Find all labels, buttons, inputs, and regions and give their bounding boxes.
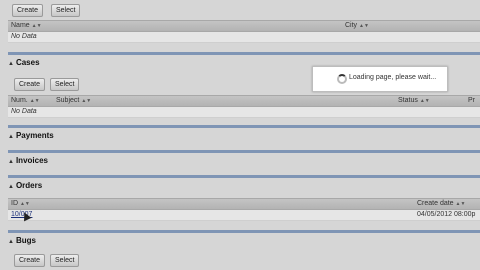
table-row: No Data	[8, 107, 480, 118]
collapse-triangle-icon: ▲	[8, 159, 14, 165]
section-title: Payments	[15, 131, 54, 140]
table-row: No Data	[8, 32, 480, 43]
collapse-triangle-icon: ▲	[8, 61, 14, 67]
column-label: Pr	[468, 97, 475, 104]
section-title: Invoices	[15, 156, 48, 165]
column-label: ID	[11, 200, 18, 207]
table-header: Name ▲▼ City ▲▼	[8, 20, 480, 32]
column-label: City	[345, 22, 358, 29]
section-title: Bugs	[15, 236, 36, 245]
spinner-icon	[337, 74, 347, 84]
section-bugs-header[interactable]: ▲ Bugs	[8, 236, 36, 245]
section-separator	[8, 175, 480, 178]
section-separator	[8, 52, 480, 55]
order-create-date: 04/05/2012 08:00p	[417, 211, 476, 218]
sort-icon: ▲▼	[29, 98, 40, 104]
sort-icon: ▲▼	[419, 98, 430, 104]
column-header-priority[interactable]: Pr	[468, 97, 475, 104]
table-header: ID ▲▼ Create date ▲▼	[8, 198, 480, 210]
sort-icon: ▲▼	[19, 201, 30, 207]
table-row[interactable]: 10/007 04/05/2012 08:00p	[8, 210, 480, 221]
select-button[interactable]: Select	[50, 254, 80, 267]
create-button[interactable]: Create	[14, 254, 46, 267]
sort-icon: ▲▼	[359, 23, 369, 29]
column-header-id[interactable]: ID ▲▼	[11, 200, 30, 207]
select-button[interactable]: Select	[50, 78, 80, 91]
create-button[interactable]: Create	[12, 4, 44, 17]
collapse-triangle-icon: ▲	[8, 184, 14, 190]
column-header-name[interactable]: Name ▲▼	[11, 22, 42, 29]
table-header: Num. ▲▼ Subject ▲▼ Status ▲▼ Pr	[8, 95, 480, 107]
section-orders-header[interactable]: ▲ Orders	[8, 181, 42, 190]
sort-icon: ▲▼	[31, 23, 42, 29]
section-invoices-header[interactable]: ▲ Invoices	[8, 156, 48, 165]
section-title: Orders	[15, 181, 43, 190]
loading-dialog: Loading page, please wait...	[312, 66, 448, 92]
section-cases-header[interactable]: ▲ Cases	[8, 58, 40, 67]
sort-icon: ▲▼	[81, 98, 92, 104]
section-separator	[8, 230, 480, 233]
select-button[interactable]: Select	[51, 4, 81, 17]
column-header-create-date[interactable]: Create date ▲▼	[417, 200, 465, 207]
create-button[interactable]: Create	[14, 78, 46, 91]
loading-text: Loading page, please wait...	[349, 74, 437, 81]
column-label: Subject	[56, 97, 80, 104]
column-label: Name	[11, 22, 30, 29]
empty-text: No Data	[11, 108, 37, 115]
collapse-triangle-icon: ▲	[8, 239, 14, 245]
column-label: Create date	[417, 200, 454, 207]
column-header-subject[interactable]: Subject ▲▼	[56, 97, 91, 104]
section-separator	[8, 150, 480, 153]
column-label: Num.	[11, 97, 28, 104]
column-header-status[interactable]: Status ▲▼	[398, 97, 430, 104]
section-title: Cases	[15, 58, 40, 67]
column-header-num[interactable]: Num. ▲▼	[11, 97, 40, 104]
sort-icon: ▲▼	[455, 201, 466, 207]
empty-text: No Data	[11, 33, 37, 40]
section-payments-header[interactable]: ▲ Payments	[8, 131, 54, 140]
column-label: Status	[398, 97, 418, 104]
collapse-triangle-icon: ▲	[8, 134, 14, 140]
column-header-city[interactable]: City ▲▼	[345, 22, 369, 29]
section-separator	[8, 125, 480, 128]
